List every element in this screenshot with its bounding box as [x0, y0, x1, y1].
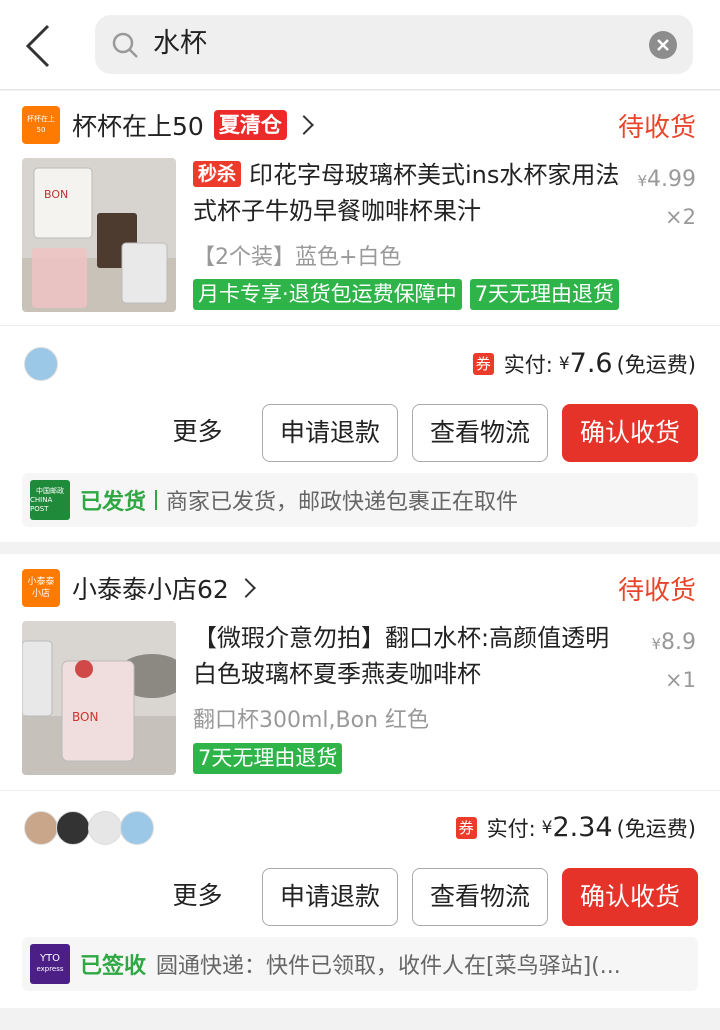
avatar: [24, 811, 58, 845]
view-logistics-button[interactable]: 查看物流: [412, 868, 548, 926]
clear-icon[interactable]: [649, 31, 677, 59]
coupon-badge: 券: [455, 816, 477, 839]
payment-label: 实付:: [503, 352, 553, 377]
product-title[interactable]: 秒杀 印花字母玻璃杯美式ins水杯家用法式杯子牛奶早餐咖啡杯果汁: [193, 157, 623, 229]
item-qty: ×2: [665, 205, 696, 229]
payment-amount: 2.34: [552, 812, 613, 843]
coupon-badge: 券: [472, 352, 494, 375]
request-refund-button[interactable]: 申请退款: [262, 868, 398, 926]
item-spec: 翻口杯300ml,Bon 红色: [193, 708, 430, 733]
more-button[interactable]: 更多: [150, 404, 245, 462]
shop-name: 小泰泰小店62: [72, 575, 229, 604]
promo-tag: 夏清仓: [213, 110, 287, 140]
shipping-note: (免运费): [616, 816, 696, 841]
search-icon: [112, 32, 138, 58]
separator: [155, 490, 158, 510]
order-card: 小泰泰 小店 小泰泰小店62 待收货 BON 【微瑕介意勿拍】翻口水杯:高颜值透明…: [0, 554, 720, 1008]
item-qty: ×1: [665, 668, 696, 692]
chevron-right-icon: [293, 115, 314, 135]
product-image[interactable]: BON: [22, 621, 176, 775]
avatar: [24, 347, 58, 381]
avatar: [120, 811, 154, 845]
order-status: 待收货: [617, 113, 696, 143]
confirm-receipt-button[interactable]: 确认收货: [562, 868, 698, 926]
service-tags: 7天无理由退货: [193, 743, 343, 774]
request-refund-button[interactable]: 申请退款: [262, 404, 398, 462]
logistics-bar[interactable]: 中国邮政 CHINA POST 已发货 商家已发货，邮政快递包裹正在取件: [22, 473, 698, 527]
shop-row[interactable]: 杯杯在上 50 杯杯在上50 夏清仓: [22, 105, 314, 145]
product-image[interactable]: BON: [22, 158, 176, 312]
shop-logo: 小泰泰 小店: [22, 569, 60, 607]
service-tag: 7天无理由退货: [469, 279, 620, 310]
logistics-text: 商家已发货，邮政快递包裹正在取件: [166, 490, 519, 515]
avatar: [88, 811, 122, 845]
logistics-status: 已发货: [80, 490, 147, 515]
top-bar: 水杯: [0, 0, 720, 90]
china-post-logo-icon: 中国邮政 CHINA POST: [30, 480, 70, 520]
logistics-text: 圆通快递：快件已领取，收件人在[菜鸟驿站](...: [156, 954, 621, 979]
avatar: [56, 811, 90, 845]
svg-text:BON: BON: [44, 188, 68, 201]
logistics-bar[interactable]: YTO express 已签收 圆通快递：快件已领取，收件人在[菜鸟驿站](...: [22, 937, 698, 991]
divider: [0, 325, 720, 326]
view-logistics-button[interactable]: 查看物流: [412, 404, 548, 462]
svg-text:BON: BON: [72, 710, 98, 724]
avatar-group: [24, 811, 154, 845]
avatar-group: [24, 347, 58, 381]
payment-summary: 券 实付: ¥ 7.6 (免运费): [472, 348, 696, 379]
order-status: 待收货: [617, 576, 696, 606]
product-title[interactable]: 【微瑕介意勿拍】翻口水杯:高颜值透明白色玻璃杯夏季燕麦咖啡杯: [193, 620, 623, 692]
service-tag: 月卡专享·退货包运费保障中: [193, 279, 462, 310]
shop-row[interactable]: 小泰泰 小店 小泰泰小店62: [22, 568, 256, 608]
payment-amount: 7.6: [569, 348, 613, 379]
search-input[interactable]: 水杯: [95, 15, 693, 74]
search-query: 水杯: [153, 28, 207, 59]
item-price: ¥8.9: [651, 630, 696, 655]
item-spec: 【2个装】蓝色+白色: [193, 245, 402, 270]
payment-label: 实付:: [486, 816, 536, 841]
payment-summary: 券 实付: ¥ 2.34 (免运费): [455, 812, 696, 843]
order-card: 杯杯在上 50 杯杯在上50 夏清仓 待收货 BON 秒杀 印花字母玻璃杯美式ins…: [0, 91, 720, 542]
shop-name: 杯杯在上50: [72, 112, 204, 141]
confirm-receipt-button[interactable]: 确认收货: [562, 404, 698, 462]
logistics-status: 已签收: [80, 954, 147, 979]
back-arrow-icon[interactable]: [22, 22, 62, 70]
shipping-note: (免运费): [616, 352, 696, 377]
service-tag: 7天无理由退货: [193, 743, 343, 774]
yto-express-logo-icon: YTO express: [30, 944, 70, 984]
service-tags: 月卡专享·退货包运费保障中 7天无理由退货: [193, 279, 620, 310]
flash-sale-tag: 秒杀: [193, 161, 242, 187]
chevron-right-icon: [235, 578, 256, 598]
shop-logo: 杯杯在上 50: [22, 106, 60, 144]
divider: [0, 790, 720, 791]
item-price: ¥4.99: [637, 167, 696, 192]
more-button[interactable]: 更多: [150, 868, 245, 926]
